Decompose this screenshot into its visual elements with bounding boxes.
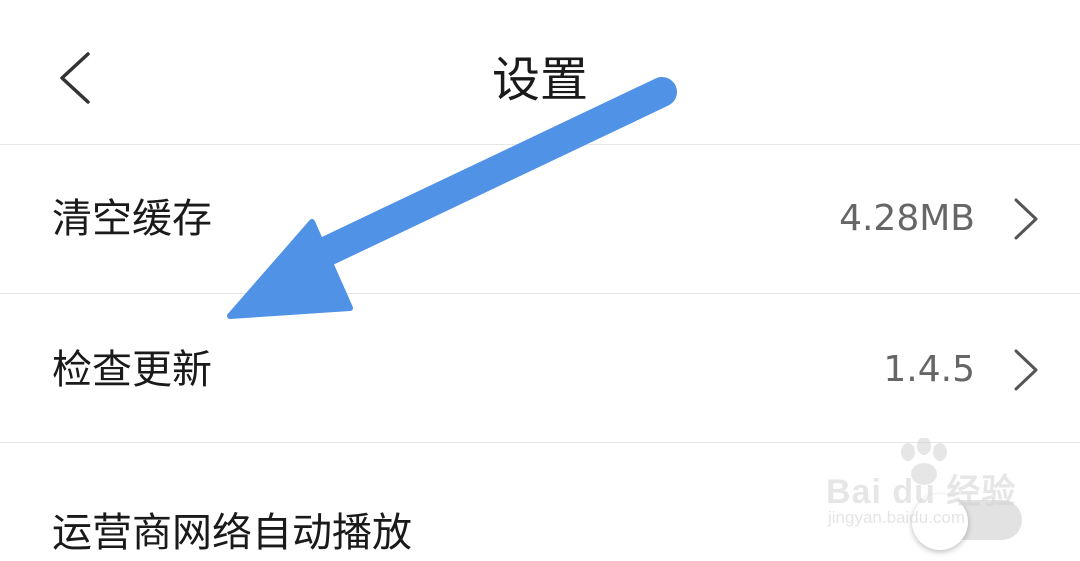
carrier-autoplay-label: 运营商网络自动播放 (52, 510, 412, 556)
chevron-right-icon (1014, 349, 1038, 391)
clear-cache-label: 清空缓存 (52, 196, 212, 242)
carrier-autoplay-toggle[interactable] (912, 494, 1022, 550)
page-title: 设置 (491, 52, 588, 108)
nav-header: 设置 (0, 0, 1080, 145)
cache-size-value: 4.28MB (839, 198, 975, 239)
settings-row-clear-cache[interactable]: 清空缓存 4.28MB (0, 145, 1080, 294)
toggle-knob (912, 494, 968, 550)
check-update-label: 检查更新 (52, 347, 212, 393)
settings-row-check-update[interactable]: 检查更新 1.4.5 (0, 294, 1080, 443)
chevron-right-icon (1014, 198, 1038, 240)
version-value: 1.4.5 (883, 349, 975, 390)
